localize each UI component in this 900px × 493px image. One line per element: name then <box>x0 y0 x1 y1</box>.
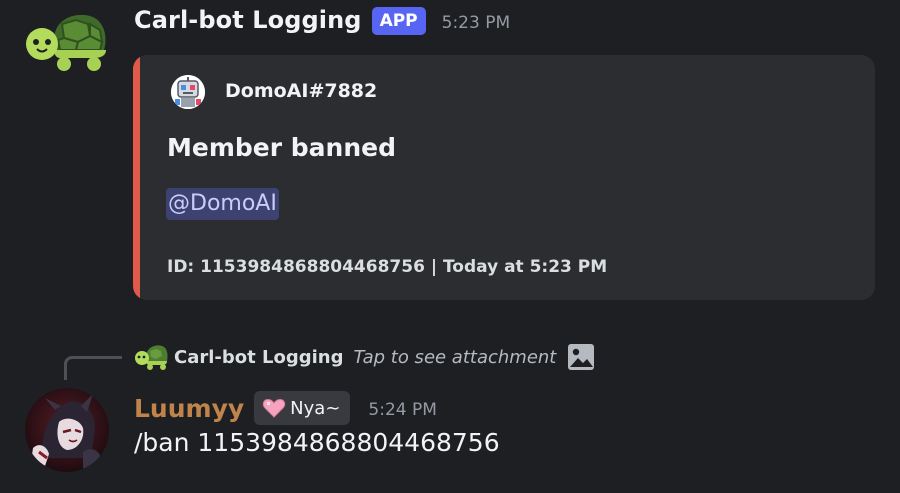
turtle-icon <box>134 344 168 370</box>
author-name[interactable]: Luumyy <box>134 394 244 423</box>
pink-heart-icon <box>262 398 286 418</box>
reply-author[interactable]: Carl-bot Logging <box>174 347 343 368</box>
message-content: /ban 1153984868804468756 <box>134 428 500 457</box>
user-avatar[interactable] <box>25 388 109 472</box>
reply-connector <box>64 356 122 380</box>
message-header: Luumyy Nya~ 5:24 PM <box>134 389 437 427</box>
author-name[interactable]: Carl-bot Logging <box>134 6 362 34</box>
role-tag-label: Nya~ <box>290 397 341 419</box>
user-mention[interactable]: @DomoAI <box>166 188 279 220</box>
message-timestamp[interactable]: 5:23 PM <box>442 13 511 33</box>
reply-preview-text[interactable]: Tap to see attachment <box>353 347 556 368</box>
reply-reference[interactable]: Carl-bot Logging Tap to see attachment <box>134 343 596 371</box>
message-header: Carl-bot Logging APP 5:23 PM <box>134 3 510 37</box>
turtle-avatar[interactable] <box>24 10 108 74</box>
role-tag[interactable]: Nya~ <box>254 391 351 425</box>
log-embed: DomoAI#7882 Member banned @DomoAI ID: 11… <box>133 55 875 300</box>
message-timestamp[interactable]: 5:24 PM <box>368 400 437 420</box>
app-badge: APP <box>371 7 426 35</box>
robot-avatar-icon <box>171 75 205 109</box>
image-icon <box>566 342 596 372</box>
embed-accent-bar <box>133 55 140 300</box>
embed-footer: ID: 1153984868804468756 | Today at 5:23 … <box>167 257 608 277</box>
embed-author-name[interactable]: DomoAI#7882 <box>225 80 377 102</box>
embed-title: Member banned <box>167 133 396 162</box>
